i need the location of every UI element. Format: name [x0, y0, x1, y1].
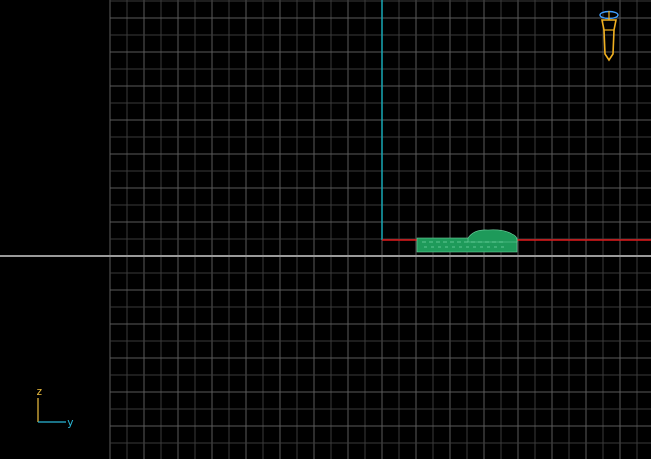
camera-gizmo-icon[interactable]: [597, 8, 623, 64]
model-dome: [467, 229, 518, 243]
3d-viewport[interactable]: z y: [0, 0, 651, 459]
axis-label-y: y: [67, 416, 74, 429]
axis-label-z: z: [36, 385, 43, 398]
grid-lines: [109, 0, 651, 459]
viewport-grid: [0, 0, 651, 459]
scene-model[interactable]: [416, 228, 520, 254]
